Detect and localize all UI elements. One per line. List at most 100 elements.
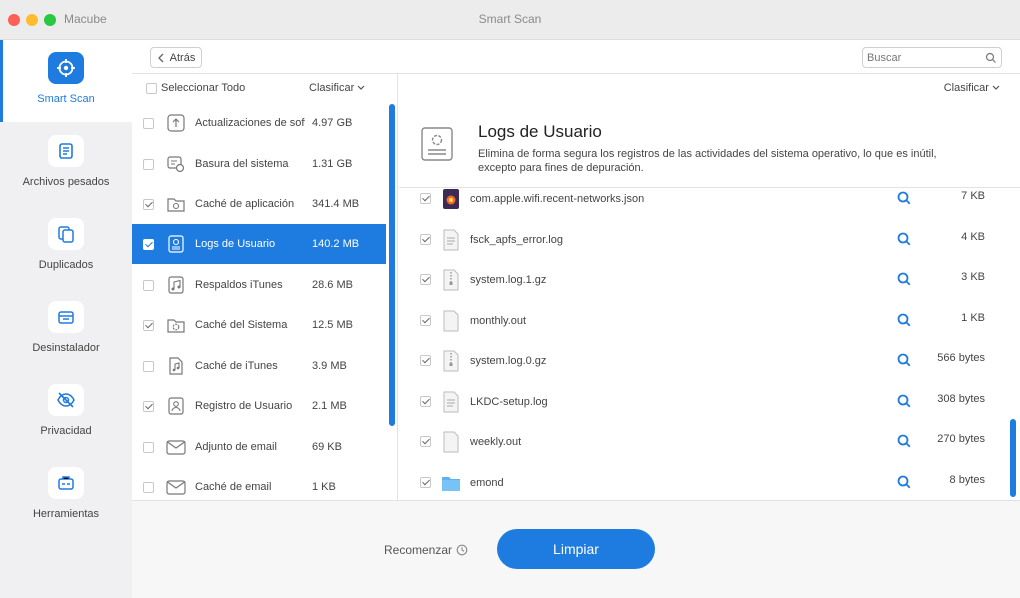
category-name: Adjunto de email xyxy=(195,441,277,453)
file-size: 8 bytes xyxy=(949,474,985,486)
file-size: 308 bytes xyxy=(937,393,985,405)
category-scrollbar[interactable] xyxy=(389,104,395,426)
file-row[interactable]: emond 8 bytes xyxy=(399,463,1020,500)
file-row[interactable]: LKDC-setup.log 308 bytes xyxy=(399,382,1020,422)
file-row[interactable]: weekly.out 270 bytes xyxy=(399,422,1020,462)
file-row[interactable]: com.apple.wifi.recent-networks.json 7 KB xyxy=(399,189,1020,219)
file-checkbox[interactable] xyxy=(420,396,431,407)
clean-button[interactable]: Limpiar xyxy=(497,529,655,569)
category-checkbox[interactable] xyxy=(143,239,154,250)
category-row[interactable]: Actualizaciones de software 4.97 GB xyxy=(132,103,386,143)
sidebar-item-label: Smart Scan xyxy=(37,93,95,105)
category-row-selected[interactable]: Logs de Usuario 140.2 MB xyxy=(132,224,386,264)
category-row[interactable]: Caché de iTunes 3.9 MB xyxy=(132,346,386,386)
sidebar-item-privacidad[interactable]: Privacidad xyxy=(0,372,132,454)
category-name: Basura del sistema xyxy=(195,158,289,170)
system-junk-icon xyxy=(167,156,185,173)
category-checkbox[interactable] xyxy=(143,280,154,291)
sidebar-item-label: Privacidad xyxy=(40,425,92,437)
sidebar-item-herramientas[interactable]: Herramientas xyxy=(0,455,132,537)
chevron-down-icon xyxy=(357,85,365,90)
preview-magnifier-icon[interactable] xyxy=(896,190,912,206)
sidebar-item-desinstalador[interactable]: Desinstalador xyxy=(0,289,132,371)
file-checkbox[interactable] xyxy=(420,193,431,204)
file-row[interactable]: system.log.0.gz 566 bytes xyxy=(399,341,1020,381)
file-name: fsck_apfs_error.log xyxy=(470,234,563,246)
search-input[interactable] xyxy=(867,51,979,65)
category-checkbox[interactable] xyxy=(143,361,154,372)
blank-file-icon xyxy=(443,310,459,332)
category-description: Elimina de forma segura los registros de… xyxy=(478,148,937,174)
back-button[interactable]: Atrás xyxy=(150,47,202,68)
toolbar: Atrás xyxy=(132,40,1020,74)
window-title: Smart Scan xyxy=(478,12,542,26)
music-note-icon xyxy=(169,357,183,375)
category-row[interactable]: Caché del Sistema 12.5 MB xyxy=(132,305,386,345)
category-row[interactable]: Adjunto de email 69 KB xyxy=(132,427,386,467)
preview-magnifier-icon[interactable] xyxy=(896,393,912,409)
back-button-label: Atrás xyxy=(169,51,196,64)
search-box[interactable] xyxy=(862,47,1002,68)
category-checkbox[interactable] xyxy=(143,442,154,453)
json-file-icon xyxy=(443,189,459,209)
uninstall-icon xyxy=(48,301,84,333)
category-row[interactable]: Basura del sistema 1.31 GB xyxy=(132,144,386,184)
category-row[interactable]: Registro de Usuario 2.1 MB xyxy=(132,386,386,426)
category-name: Respaldos iTunes xyxy=(195,279,283,291)
preview-magnifier-icon[interactable] xyxy=(896,271,912,287)
category-size: 1 KB xyxy=(312,481,336,493)
category-checkbox[interactable] xyxy=(143,482,154,493)
target-icon xyxy=(48,52,84,84)
file-size: 1 KB xyxy=(961,312,985,324)
sidebar-item-smart-scan[interactable]: Smart Scan xyxy=(0,40,132,122)
preview-magnifier-icon[interactable] xyxy=(896,312,912,328)
category-name: Caché de aplicación xyxy=(195,198,295,210)
category-name: Caché de email xyxy=(195,481,272,493)
file-row[interactable]: fsck_apfs_error.log 4 KB xyxy=(399,220,1020,260)
search-icon[interactable] xyxy=(985,52,997,64)
archive-file-icon xyxy=(443,350,459,372)
sidebar-item-archivos-pesados[interactable]: Archivos pesados xyxy=(0,123,132,205)
detail-panel: Clasificar Logs de Usuario Elimina de fo… xyxy=(399,74,1020,500)
sidebar-item-label: Duplicados xyxy=(38,259,94,271)
mail-icon xyxy=(166,480,186,495)
category-sort-button[interactable]: Clasificar xyxy=(309,82,365,94)
file-name: weekly.out xyxy=(470,436,522,448)
category-name: Actualizaciones de software xyxy=(195,117,305,129)
sidebar-item-duplicados[interactable]: Duplicados xyxy=(0,206,132,288)
category-checkbox[interactable] xyxy=(143,118,154,129)
archive-file-icon xyxy=(443,269,459,291)
category-checkbox[interactable] xyxy=(143,320,154,331)
file-checkbox[interactable] xyxy=(420,477,431,488)
mail-icon xyxy=(166,440,186,455)
preview-magnifier-icon[interactable] xyxy=(896,474,912,490)
category-row[interactable]: Caché de aplicación 341.4 MB xyxy=(132,184,386,224)
preview-magnifier-icon[interactable] xyxy=(896,433,912,449)
category-checkbox[interactable] xyxy=(143,199,154,210)
log-icon xyxy=(421,127,453,161)
file-checkbox[interactable] xyxy=(420,274,431,285)
category-header: Seleccionar Todo Clasificar xyxy=(132,74,397,102)
select-all-checkbox[interactable] xyxy=(146,83,157,94)
category-size: 2.1 MB xyxy=(312,400,347,412)
footer-bar: Recomenzar Limpiar xyxy=(132,500,1020,598)
category-row[interactable]: Respaldos iTunes 28.6 MB xyxy=(132,265,386,305)
sort-label: Clasificar xyxy=(943,82,989,94)
file-sort-button[interactable]: Clasificar xyxy=(944,82,1000,94)
file-list-scrollbar[interactable] xyxy=(1010,419,1016,497)
file-row[interactable]: monthly.out 1 KB xyxy=(399,301,1020,341)
file-checkbox[interactable] xyxy=(420,355,431,366)
file-row[interactable]: system.log.1.gz 3 KB xyxy=(399,260,1020,300)
select-all-label[interactable]: Seleccionar Todo xyxy=(161,82,245,94)
category-checkbox[interactable] xyxy=(143,401,154,412)
log-file-icon xyxy=(443,229,459,251)
category-row[interactable]: Caché de email 1 KB xyxy=(132,467,386,500)
category-checkbox[interactable] xyxy=(143,159,154,170)
file-checkbox[interactable] xyxy=(420,436,431,447)
file-checkbox[interactable] xyxy=(420,315,431,326)
preview-magnifier-icon[interactable] xyxy=(896,352,912,368)
restart-button[interactable]: Recomenzar xyxy=(384,543,468,557)
restart-label: Recomenzar xyxy=(384,543,453,557)
preview-magnifier-icon[interactable] xyxy=(896,231,912,247)
file-checkbox[interactable] xyxy=(420,234,431,245)
